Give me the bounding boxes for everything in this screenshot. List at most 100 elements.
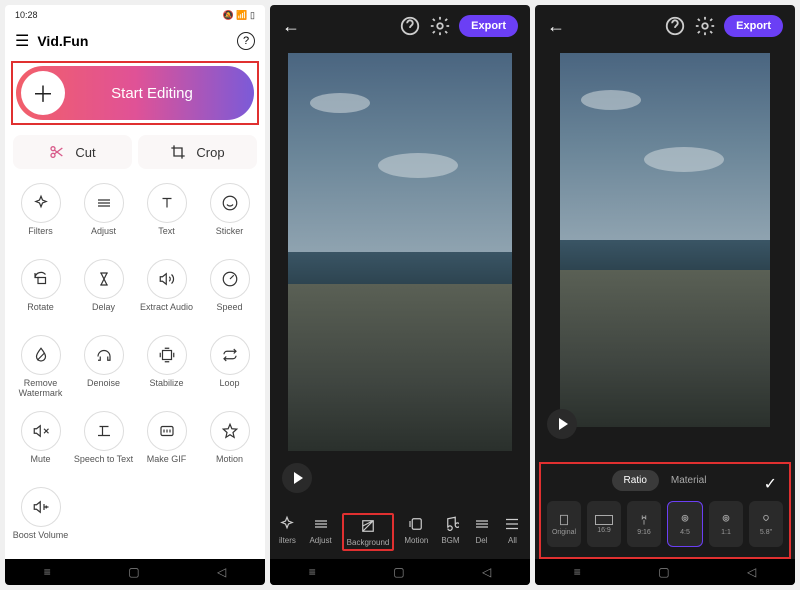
stabilize-icon xyxy=(158,346,176,364)
tool-motion[interactable]: Motion xyxy=(198,407,261,479)
tool-delay[interactable]: Delay xyxy=(72,255,135,327)
app-title: Vid.Fun xyxy=(37,33,237,49)
highlight-start-editing: ＋ Start Editing xyxy=(11,61,259,125)
loop-icon xyxy=(221,346,239,364)
start-editing-label: Start Editing xyxy=(70,85,254,102)
ratio-tabs: Ratio Material xyxy=(545,470,785,491)
panel-home: 10:28 🔕 📶 ▯ ☰ Vid.Fun ? ＋ Start Editing … xyxy=(5,5,265,585)
start-editing-button[interactable]: ＋ Start Editing xyxy=(16,66,254,120)
tool-motion[interactable]: Motion xyxy=(401,513,431,551)
play-button[interactable] xyxy=(547,409,577,439)
video-preview[interactable] xyxy=(560,53,770,427)
cut-button[interactable]: Cut xyxy=(13,135,132,169)
ratio-options: Original 16:9 9:16 4:5 1:1 5.8" xyxy=(545,501,785,547)
highlight-ratio-picker: ✓ Ratio Material Original 16:9 9:16 4:5 … xyxy=(539,462,791,559)
star-icon xyxy=(221,422,239,440)
gauge-icon xyxy=(221,270,239,288)
tool-text[interactable]: Text xyxy=(135,179,198,251)
tool-loop[interactable]: Loop xyxy=(198,331,261,403)
nav-back[interactable]: ◁ xyxy=(747,565,756,579)
text-icon xyxy=(158,194,176,212)
android-nav-bar: ≡ ▢ ◁ xyxy=(535,559,795,585)
tool-remove-watermark[interactable]: Remove Watermark xyxy=(9,331,72,403)
ratio-1-1[interactable]: 1:1 xyxy=(709,501,743,547)
status-icons: 🔕 📶 ▯ xyxy=(223,10,255,21)
sparkle-icon xyxy=(32,194,50,212)
confirm-icon[interactable]: ✓ xyxy=(764,474,777,494)
top-bar: ☰ Vid.Fun ? xyxy=(5,25,265,57)
export-button[interactable]: Export xyxy=(459,15,518,37)
crop-button[interactable]: Crop xyxy=(138,135,257,169)
nav-recents[interactable]: ≡ xyxy=(574,565,581,579)
tool-boost-volume[interactable]: Boost Volume xyxy=(9,483,72,555)
scissors-icon xyxy=(49,144,65,160)
tool-make-gif[interactable]: Make GIF xyxy=(135,407,198,479)
hourglass-icon xyxy=(95,270,113,288)
audio-icon xyxy=(158,270,176,288)
nav-recents[interactable]: ≡ xyxy=(309,565,316,579)
nav-recents[interactable]: ≡ xyxy=(44,565,51,579)
tool-denoise[interactable]: Denoise xyxy=(72,331,135,403)
nav-back[interactable]: ◁ xyxy=(217,565,226,579)
ratio-4-5[interactable]: 4:5 xyxy=(667,501,703,547)
back-icon[interactable]: ← xyxy=(282,16,300,37)
panel-editor: ← Export ilters Adjust Background Motion… xyxy=(270,5,530,585)
nav-back[interactable]: ◁ xyxy=(482,565,491,579)
menu-icon[interactable]: ☰ xyxy=(15,31,29,51)
nav-home[interactable]: ▢ xyxy=(393,565,404,579)
headphones-icon xyxy=(95,346,113,364)
nav-home[interactable]: ▢ xyxy=(658,565,669,579)
tool-mute[interactable]: Mute xyxy=(9,407,72,479)
tool-filters[interactable]: Filters xyxy=(9,179,72,251)
status-bar: 10:28 🔕 📶 ▯ xyxy=(5,5,265,25)
tool-speech-to-text[interactable]: Speech to Text xyxy=(72,407,135,479)
mute-icon xyxy=(32,422,50,440)
panel-ratio: ← Export ✓ Ratio Material Original 16:9 … xyxy=(535,5,795,585)
droplet-icon xyxy=(32,346,50,364)
help-icon[interactable]: ? xyxy=(237,32,255,50)
crop-icon xyxy=(170,144,186,160)
tool-delete[interactable]: Del xyxy=(470,513,494,551)
ratio-16-9[interactable]: 16:9 xyxy=(587,501,621,547)
android-nav-bar: ≡ ▢ ◁ xyxy=(270,559,530,585)
settings-icon[interactable] xyxy=(429,15,451,37)
nav-home[interactable]: ▢ xyxy=(128,565,139,579)
editor-top-bar: ← Export xyxy=(270,5,530,47)
tool-rotate[interactable]: Rotate xyxy=(9,255,72,327)
smile-icon xyxy=(221,194,239,212)
status-time: 10:28 xyxy=(15,10,38,20)
tab-ratio[interactable]: Ratio xyxy=(612,470,659,491)
video-preview[interactable] xyxy=(288,53,512,451)
settings-icon[interactable] xyxy=(694,15,716,37)
tool-stabilize[interactable]: Stabilize xyxy=(135,331,198,403)
caption-icon xyxy=(95,422,113,440)
back-icon[interactable]: ← xyxy=(547,16,565,37)
tool-speed[interactable]: Speed xyxy=(198,255,261,327)
help-icon[interactable] xyxy=(664,15,686,37)
plus-icon: ＋ xyxy=(21,71,65,115)
tool-grid: Filters Adjust Text Sticker Rotate Delay… xyxy=(5,175,265,559)
ratio-5-8[interactable]: 5.8" xyxy=(749,501,783,547)
tool-filters[interactable]: ilters xyxy=(275,513,299,551)
play-button[interactable] xyxy=(282,463,312,493)
export-button[interactable]: Export xyxy=(724,15,783,37)
volume-up-icon xyxy=(32,498,50,516)
help-icon[interactable] xyxy=(399,15,421,37)
android-nav-bar: ≡ ▢ ◁ xyxy=(5,559,265,585)
tool-bgm[interactable]: BGM xyxy=(438,513,462,551)
sliders-icon xyxy=(95,194,113,212)
quick-actions: Cut Crop xyxy=(5,129,265,175)
tool-adjust[interactable]: Adjust xyxy=(306,513,334,551)
tool-all[interactable]: All xyxy=(500,513,524,551)
tool-adjust[interactable]: Adjust xyxy=(72,179,135,251)
editor-top-bar: ← Export xyxy=(535,5,795,47)
editor-toolbar: ilters Adjust Background Motion BGM Del … xyxy=(270,505,530,559)
tool-sticker[interactable]: Sticker xyxy=(198,179,261,251)
ratio-original[interactable]: Original xyxy=(547,501,581,547)
tool-background[interactable]: Background xyxy=(342,513,395,551)
rotate-icon xyxy=(32,270,50,288)
tab-material[interactable]: Material xyxy=(659,470,719,491)
tool-extract-audio[interactable]: Extract Audio xyxy=(135,255,198,327)
gif-icon xyxy=(158,422,176,440)
ratio-9-16[interactable]: 9:16 xyxy=(627,501,661,547)
